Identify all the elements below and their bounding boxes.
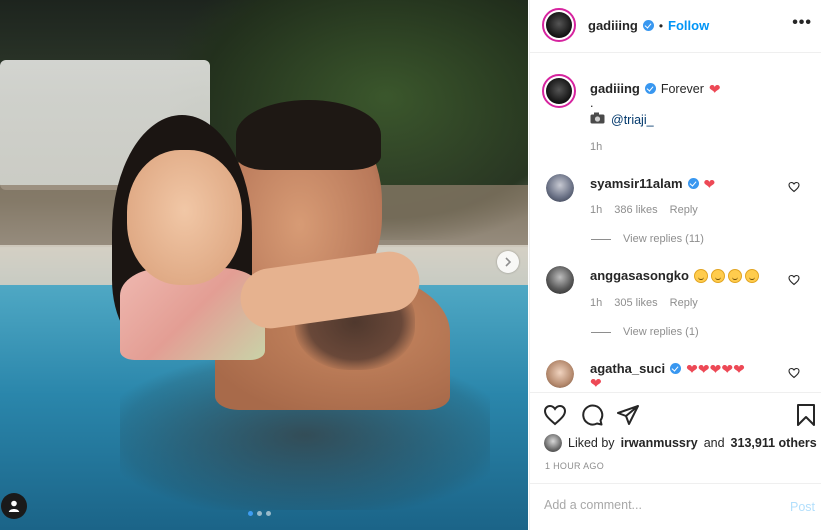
share-icon[interactable]	[616, 403, 640, 427]
post-comment-button[interactable]: Post	[790, 500, 815, 514]
caption-time: 1h	[590, 141, 603, 153]
chevron-right-icon[interactable]	[497, 251, 519, 273]
comment-meta: 1h 305 likes Reply	[590, 297, 698, 309]
comment-avatar[interactable]	[546, 266, 574, 294]
caption-text: Forever	[660, 81, 704, 96]
comment-row: anggasasongko	[590, 268, 760, 283]
comment-time: 1h	[590, 297, 603, 309]
verified-icon	[644, 83, 656, 94]
comment-emojis	[693, 268, 760, 283]
comment-meta: 1h 386 likes Reply	[590, 204, 698, 216]
liker-username[interactable]: irwanmussry	[621, 436, 698, 450]
verified-icon	[642, 20, 654, 31]
comment-username[interactable]: agatha_suci	[590, 361, 665, 376]
likes-prefix: Liked by	[568, 436, 615, 450]
carousel-dot-active	[248, 511, 253, 516]
like-comment-icon[interactable]	[788, 181, 800, 193]
comment-input[interactable]	[544, 498, 764, 512]
caption-avatar[interactable]	[542, 74, 576, 108]
comment-row: syamsir11alam ❤	[590, 176, 715, 191]
comment-likes[interactable]: 305 likes	[614, 297, 657, 309]
like-icon[interactable]	[543, 403, 567, 427]
post-header: gadiiing • Follow •••	[530, 0, 821, 52]
like-comment-icon[interactable]	[788, 367, 800, 379]
comment-avatar[interactable]	[546, 174, 574, 202]
view-replies-button[interactable]: View replies (1)	[591, 326, 699, 338]
comment-avatar[interactable]	[546, 360, 574, 388]
comment-row: agatha_suci ❤❤❤❤❤	[590, 361, 745, 376]
smiling-emoji-icon	[727, 268, 742, 283]
photo-man-hair	[236, 100, 381, 170]
caption: gadiiing Forever ❤	[590, 81, 721, 96]
view-replies-button[interactable]: View replies (11)	[591, 233, 704, 245]
carousel-dot	[266, 511, 271, 516]
user-tag-icon[interactable]	[1, 493, 27, 519]
smiling-emoji-icon	[744, 268, 759, 283]
smiling-emoji-icon	[693, 268, 708, 283]
carousel-dots	[248, 511, 271, 516]
replies-line	[591, 238, 611, 240]
red-heart-icon: ❤❤❤❤❤	[686, 360, 745, 377]
like-comment-icon[interactable]	[788, 274, 800, 286]
view-replies-label: View replies (11)	[623, 233, 704, 245]
carousel-dot	[257, 511, 262, 516]
post-actions	[530, 400, 821, 430]
reply-button[interactable]: Reply	[670, 204, 698, 216]
red-heart-icon: ❤	[703, 175, 716, 192]
comment-icon[interactable]	[580, 403, 604, 427]
follow-button[interactable]: Follow	[668, 18, 709, 33]
view-replies-label: View replies (1)	[623, 326, 699, 338]
likes-middle: and	[703, 436, 725, 450]
caption-credit-line: @triaji_	[590, 112, 654, 127]
bookmark-icon[interactable]	[794, 403, 818, 427]
smiling-emoji-icon	[710, 268, 725, 283]
photo-girl-face	[127, 150, 242, 285]
likes-others[interactable]: 313,911 others	[731, 436, 817, 450]
post-side-panel: gadiiing • Follow ••• gadiiing Forever ❤…	[529, 0, 821, 530]
caption-line2: .	[590, 96, 594, 110]
header-separator: •	[658, 18, 664, 33]
comment-time: 1h	[590, 204, 603, 216]
caption-username[interactable]: gadiiing	[590, 81, 640, 96]
comment-username[interactable]: syamsir11alam	[590, 176, 683, 191]
post-time: 1 HOUR AGO	[545, 461, 605, 471]
reply-button[interactable]: Reply	[670, 297, 698, 309]
post-photo[interactable]	[0, 0, 528, 530]
camera-icon	[590, 112, 605, 127]
comment-username[interactable]: anggasasongko	[590, 268, 689, 283]
red-heart-icon: ❤	[708, 80, 721, 97]
add-comment-bar: Post	[530, 483, 821, 530]
likes-summary: Liked by irwanmussry and 313,911 others	[544, 434, 817, 452]
verified-icon	[687, 178, 699, 189]
credit-mention[interactable]: @triaji_	[611, 113, 654, 127]
header-divider	[530, 52, 821, 53]
liker-avatar[interactable]	[544, 434, 562, 452]
comments-divider	[530, 392, 821, 393]
verified-icon	[670, 363, 682, 374]
more-options-icon[interactable]: •••	[792, 14, 812, 32]
replies-line	[591, 331, 611, 333]
avatar[interactable]	[542, 8, 576, 42]
header-username[interactable]: gadiiing	[588, 18, 638, 33]
comment-likes[interactable]: 386 likes	[614, 204, 657, 216]
red-heart-icon: ❤	[590, 375, 602, 391]
